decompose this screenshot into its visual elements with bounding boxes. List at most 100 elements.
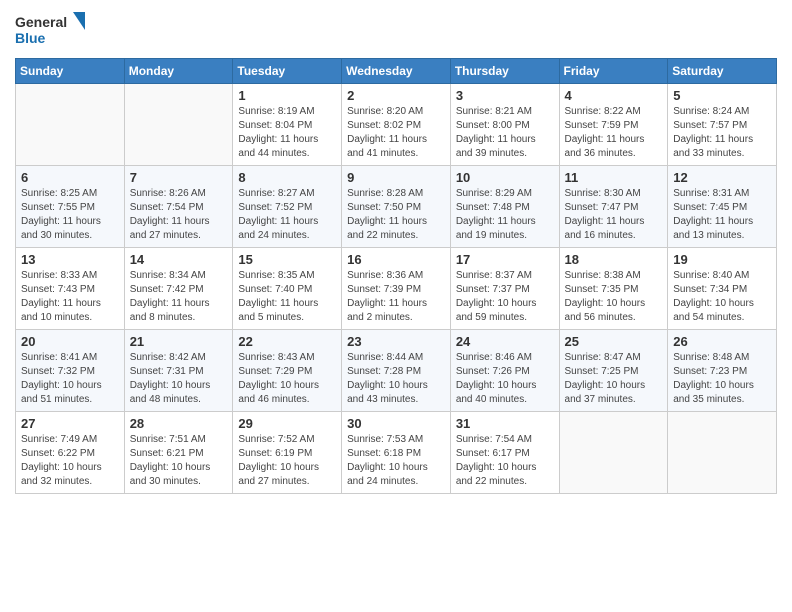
day-number: 11 [565, 170, 663, 185]
day-number: 30 [347, 416, 445, 431]
day-info: Sunrise: 8:47 AM Sunset: 7:25 PM Dayligh… [565, 351, 663, 407]
calendar-cell: 29 Sunrise: 7:52 AM Sunset: 6:19 PM Dayli… [233, 412, 342, 494]
calendar-cell [16, 84, 125, 166]
calendar-week-row: 6Sunrise: 8:25 AM Sunset: 7:55 PM Daylig… [16, 166, 777, 248]
calendar-cell [124, 84, 233, 166]
calendar-cell: 10 Sunrise: 8:29 AM Sunset: 7:48 PM Dayli… [450, 166, 559, 248]
day-number: 21 [130, 334, 228, 349]
weekday-header-saturday: Saturday [668, 59, 777, 84]
day-info: Sunrise: 8:35 AM Sunset: 7:40 PM Dayligh… [238, 269, 336, 325]
day-number: 1 [238, 88, 336, 103]
day-number: 16 [347, 252, 445, 267]
day-number: 3 [456, 88, 554, 103]
weekday-header-friday: Friday [559, 59, 668, 84]
logo-svg: General Blue [15, 10, 85, 50]
calendar-cell: 24Sunrise: 8:46 AM Sunset: 7:26 PM Dayli… [450, 330, 559, 412]
day-info: Sunrise: 8:27 AM Sunset: 7:52 PM Dayligh… [238, 187, 336, 243]
weekday-header-wednesday: Wednesday [342, 59, 451, 84]
day-info: Sunrise: 8:43 AM Sunset: 7:29 PM Dayligh… [238, 351, 336, 407]
svg-text:General: General [15, 14, 67, 30]
day-number: 27 [21, 416, 119, 431]
day-info: Sunrise: 7:52 AM Sunset: 6:19 PM Dayligh… [238, 433, 336, 489]
calendar-cell: 31 Sunrise: 7:54 AM Sunset: 6:17 PM Dayli… [450, 412, 559, 494]
day-number: 23 [347, 334, 445, 349]
day-info: Sunrise: 8:28 AM Sunset: 7:50 PM Dayligh… [347, 187, 445, 243]
calendar-cell: 12 Sunrise: 8:31 AM Sunset: 7:45 PM Dayli… [668, 166, 777, 248]
calendar-week-row: 1 Sunrise: 8:19 AM Sunset: 8:04 PM Daylig… [16, 84, 777, 166]
day-number: 10 [456, 170, 554, 185]
day-number: 20 [21, 334, 119, 349]
day-info: Sunrise: 8:24 AM Sunset: 7:57 PM Dayligh… [673, 105, 771, 161]
calendar-cell: 7 Sunrise: 8:26 AM Sunset: 7:54 PM Daylig… [124, 166, 233, 248]
day-info: Sunrise: 8:44 AM Sunset: 7:28 PM Dayligh… [347, 351, 445, 407]
calendar-cell: 28Sunrise: 7:51 AM Sunset: 6:21 PM Dayli… [124, 412, 233, 494]
calendar-cell: 27 Sunrise: 7:49 AM Sunset: 6:22 PM Dayli… [16, 412, 125, 494]
day-info: Sunrise: 8:25 AM Sunset: 7:55 PM Dayligh… [21, 187, 119, 243]
day-info: Sunrise: 7:49 AM Sunset: 6:22 PM Dayligh… [21, 433, 119, 489]
calendar-cell [668, 412, 777, 494]
calendar-table: SundayMondayTuesdayWednesdayThursdayFrid… [15, 58, 777, 494]
weekday-header-tuesday: Tuesday [233, 59, 342, 84]
day-number: 29 [238, 416, 336, 431]
day-number: 14 [130, 252, 228, 267]
day-number: 25 [565, 334, 663, 349]
calendar-cell: 30Sunrise: 7:53 AM Sunset: 6:18 PM Dayli… [342, 412, 451, 494]
calendar-week-row: 27 Sunrise: 7:49 AM Sunset: 6:22 PM Dayli… [16, 412, 777, 494]
day-number: 22 [238, 334, 336, 349]
day-number: 9 [347, 170, 445, 185]
day-info: Sunrise: 8:34 AM Sunset: 7:42 PM Dayligh… [130, 269, 228, 325]
day-info: Sunrise: 8:33 AM Sunset: 7:43 PM Dayligh… [21, 269, 119, 325]
calendar-cell: 16 Sunrise: 8:36 AM Sunset: 7:39 PM Dayli… [342, 248, 451, 330]
weekday-header-sunday: Sunday [16, 59, 125, 84]
day-number: 5 [673, 88, 771, 103]
day-info: Sunrise: 8:37 AM Sunset: 7:37 PM Dayligh… [456, 269, 554, 325]
calendar-cell: 26 Sunrise: 8:48 AM Sunset: 7:23 PM Dayli… [668, 330, 777, 412]
calendar-cell: 8 Sunrise: 8:27 AM Sunset: 7:52 PM Daylig… [233, 166, 342, 248]
day-info: Sunrise: 8:20 AM Sunset: 8:02 PM Dayligh… [347, 105, 445, 161]
calendar-cell: 3Sunrise: 8:21 AM Sunset: 8:00 PM Daylig… [450, 84, 559, 166]
calendar-cell: 19 Sunrise: 8:40 AM Sunset: 7:34 PM Dayli… [668, 248, 777, 330]
svg-text:Blue: Blue [15, 30, 46, 46]
calendar-cell: 17 Sunrise: 8:37 AM Sunset: 7:37 PM Dayli… [450, 248, 559, 330]
calendar-week-row: 20 Sunrise: 8:41 AM Sunset: 7:32 PM Dayli… [16, 330, 777, 412]
day-info: Sunrise: 8:48 AM Sunset: 7:23 PM Dayligh… [673, 351, 771, 407]
calendar-cell: 21 Sunrise: 8:42 AM Sunset: 7:31 PM Dayli… [124, 330, 233, 412]
calendar-cell: 15 Sunrise: 8:35 AM Sunset: 7:40 PM Dayli… [233, 248, 342, 330]
calendar-cell: 5 Sunrise: 8:24 AM Sunset: 7:57 PM Daylig… [668, 84, 777, 166]
day-number: 7 [130, 170, 228, 185]
day-number: 28 [130, 416, 228, 431]
calendar-cell: 13 Sunrise: 8:33 AM Sunset: 7:43 PM Dayli… [16, 248, 125, 330]
day-number: 4 [565, 88, 663, 103]
day-number: 12 [673, 170, 771, 185]
calendar-cell: 4Sunrise: 8:22 AM Sunset: 7:59 PM Daylig… [559, 84, 668, 166]
day-number: 15 [238, 252, 336, 267]
calendar-cell [559, 412, 668, 494]
calendar-cell: 20 Sunrise: 8:41 AM Sunset: 7:32 PM Dayli… [16, 330, 125, 412]
day-info: Sunrise: 8:30 AM Sunset: 7:47 PM Dayligh… [565, 187, 663, 243]
day-info: Sunrise: 8:42 AM Sunset: 7:31 PM Dayligh… [130, 351, 228, 407]
day-number: 26 [673, 334, 771, 349]
day-number: 19 [673, 252, 771, 267]
day-info: Sunrise: 7:54 AM Sunset: 6:17 PM Dayligh… [456, 433, 554, 489]
day-info: Sunrise: 8:31 AM Sunset: 7:45 PM Dayligh… [673, 187, 771, 243]
calendar-cell: 1 Sunrise: 8:19 AM Sunset: 8:04 PM Daylig… [233, 84, 342, 166]
calendar-cell: 6Sunrise: 8:25 AM Sunset: 7:55 PM Daylig… [16, 166, 125, 248]
day-info: Sunrise: 8:26 AM Sunset: 7:54 PM Dayligh… [130, 187, 228, 243]
calendar-cell: 11 Sunrise: 8:30 AM Sunset: 7:47 PM Dayli… [559, 166, 668, 248]
logo: General Blue [15, 10, 85, 50]
day-number: 17 [456, 252, 554, 267]
calendar-cell: 18Sunrise: 8:38 AM Sunset: 7:35 PM Dayli… [559, 248, 668, 330]
day-info: Sunrise: 8:29 AM Sunset: 7:48 PM Dayligh… [456, 187, 554, 243]
day-info: Sunrise: 8:19 AM Sunset: 8:04 PM Dayligh… [238, 105, 336, 161]
day-info: Sunrise: 8:40 AM Sunset: 7:34 PM Dayligh… [673, 269, 771, 325]
calendar-cell: 22 Sunrise: 8:43 AM Sunset: 7:29 PM Dayli… [233, 330, 342, 412]
day-number: 8 [238, 170, 336, 185]
day-info: Sunrise: 8:41 AM Sunset: 7:32 PM Dayligh… [21, 351, 119, 407]
calendar-cell: 9 Sunrise: 8:28 AM Sunset: 7:50 PM Daylig… [342, 166, 451, 248]
day-number: 13 [21, 252, 119, 267]
day-number: 18 [565, 252, 663, 267]
day-number: 24 [456, 334, 554, 349]
calendar-cell: 2Sunrise: 8:20 AM Sunset: 8:02 PM Daylig… [342, 84, 451, 166]
day-number: 31 [456, 416, 554, 431]
day-info: Sunrise: 8:36 AM Sunset: 7:39 PM Dayligh… [347, 269, 445, 325]
